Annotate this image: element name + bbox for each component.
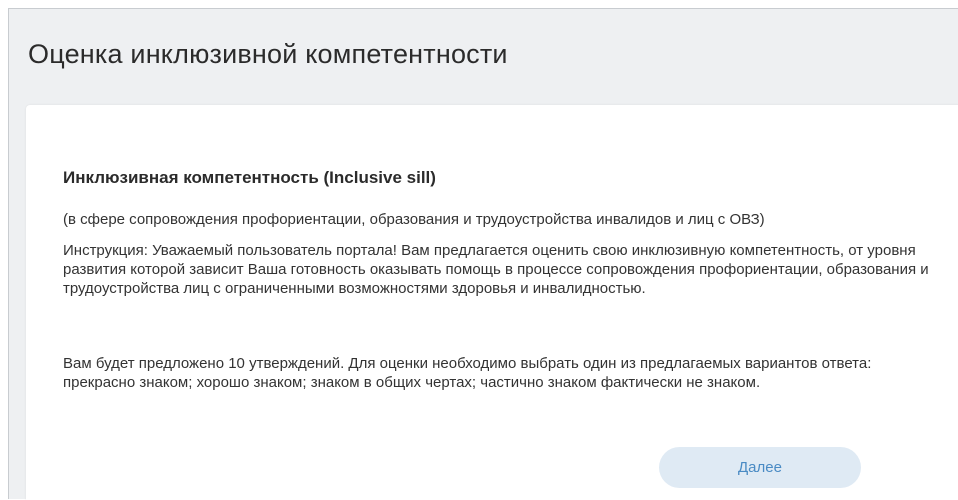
instruction-text: Инструкция: Уважаемый пользователь порта… [63, 242, 929, 297]
page-title: Оценка инклюзивной компетентности [28, 39, 508, 69]
page-frame: Оценка инклюзивной компетентности Инклюз… [8, 8, 958, 500]
card-heading: Инклюзивная компетентность (Inclusive si… [63, 168, 436, 187]
info-card: Инклюзивная компетентность (Inclusive si… [26, 105, 958, 500]
details-text: Вам будет предложено 10 утверждений. Для… [63, 355, 872, 391]
next-button[interactable]: Далее [659, 447, 861, 488]
card-subtitle: (в сфере сопровождения профориентации, о… [63, 211, 765, 228]
